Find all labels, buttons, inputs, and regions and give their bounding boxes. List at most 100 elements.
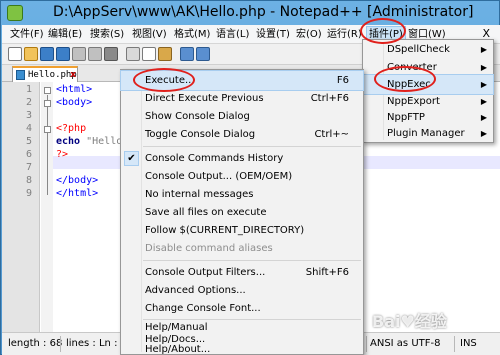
window-title: D:\AppServ\www\AK\Hello.php - Notepad++ … (53, 4, 474, 20)
redo-icon[interactable] (196, 47, 210, 61)
menu-item-shortcut: Shift+F6 (305, 267, 349, 278)
fold-toggle-icon[interactable] (44, 87, 51, 94)
menu-item-label: Plugin Manager (387, 128, 465, 139)
menu-item-label: Help/About... (145, 344, 211, 355)
baidu-watermark: Bai♥经验 (372, 312, 447, 331)
plugin-item-plugin-manager[interactable]: Plugin Manager ▶ (363, 124, 493, 143)
close-all-icon[interactable] (88, 47, 102, 61)
menu-separator (143, 146, 361, 147)
submenu-arrow-icon: ▶ (480, 45, 487, 54)
cut-icon[interactable] (126, 47, 140, 61)
status-length: length : 68 (8, 338, 63, 349)
menu-item-follow-current-directory[interactable]: Follow $(CURRENT_DIRECTORY) (121, 221, 363, 240)
line-number: 5 (25, 136, 32, 147)
line-number: 4 (25, 123, 32, 134)
fold-toggle-icon[interactable] (44, 126, 51, 133)
print-icon[interactable] (104, 47, 118, 61)
menu-item-disable-command-aliases: Disable command aliases (121, 239, 363, 258)
open-file-icon[interactable] (24, 47, 38, 61)
close-icon[interactable] (72, 47, 86, 61)
line-number: 2 (25, 97, 32, 108)
menu-item-console-output-filters[interactable]: Console Output Filters... Shift+F6 (121, 263, 363, 282)
line-number-gutter: 1 2 3 4 5 6 7 8 9 (2, 82, 40, 332)
line-number: 7 (25, 162, 32, 173)
menu-item-label: Advanced Options... (145, 285, 246, 296)
menu-item-label: Help/Manual (145, 322, 208, 333)
menu-separator (143, 319, 361, 320)
menu-item-shortcut: Ctrl+~ (314, 129, 349, 140)
menu-item-label: Execute... (145, 75, 195, 86)
code-line-6: ?> (56, 149, 69, 160)
paste-icon[interactable] (158, 47, 172, 61)
notepadpp-app-icon (7, 5, 23, 21)
menu-item-shortcut: F6 (336, 75, 349, 86)
php-keyword: echo (56, 136, 81, 147)
menu-search[interactable]: 搜索(S) (88, 27, 126, 42)
menu-file[interactable]: 文件(F) (8, 27, 46, 42)
menu-format[interactable]: 格式(M) (172, 27, 212, 42)
new-file-icon[interactable] (8, 47, 22, 61)
menu-separator (143, 260, 361, 261)
php-string: "Hello (80, 136, 123, 147)
status-insert-mode: INS (460, 338, 477, 349)
fold-toggle-icon[interactable] (44, 100, 51, 107)
status-encoding: ANSI as UTF-8 (370, 338, 441, 349)
menu-item-help-about[interactable]: Help/About... (121, 345, 363, 355)
code-line-1: <html> (56, 84, 93, 95)
line-number: 9 (25, 188, 32, 199)
menu-item-label: DSpellCheck (387, 44, 450, 55)
tab-hello-php[interactable]: Hello.php x (12, 66, 78, 82)
tab-close-icon[interactable]: x (70, 68, 76, 82)
file-saved-icon (16, 70, 25, 80)
menu-item-save-all-files-on-execute[interactable]: Save all files on execute (121, 203, 363, 222)
menu-item-label: Console Output... (OEM/OEM) (145, 171, 293, 182)
menu-macro[interactable]: 宏(O) (294, 27, 324, 42)
menu-item-label: Save all files on execute (145, 207, 267, 218)
line-number: 6 (25, 149, 32, 160)
status-separator (60, 336, 61, 352)
menu-item-label: Direct Execute Previous (145, 93, 264, 104)
menu-item-change-console-font[interactable]: Change Console Font... (121, 299, 363, 318)
code-line-8: </body> (56, 175, 99, 186)
fold-guide (47, 95, 48, 195)
menu-view[interactable]: 视图(V) (130, 27, 169, 42)
menu-item-console-commands-history[interactable]: ✔ Console Commands History (121, 149, 363, 168)
menu-item-shortcut: Ctrl+F6 (310, 93, 349, 104)
menu-item-no-internal-messages[interactable]: No internal messages (121, 185, 363, 204)
line-number: 3 (25, 110, 32, 121)
code-line-5: echo "Hello (56, 136, 122, 147)
menu-item-label: No internal messages (145, 189, 254, 200)
menu-item-direct-execute-previous[interactable]: Direct Execute Previous Ctrl+F6 (121, 89, 363, 108)
title-bar[interactable]: D:\AppServ\www\AK\Hello.php - Notepad++ … (1, 1, 500, 25)
menu-item-advanced-options[interactable]: Advanced Options... (121, 281, 363, 300)
menu-item-toggle-console-dialog[interactable]: Toggle Console Dialog Ctrl+~ (121, 125, 363, 144)
menu-run[interactable]: 运行(R) (325, 27, 364, 42)
status-separator (454, 336, 455, 352)
menu-item-show-console-dialog[interactable]: Show Console Dialog (121, 107, 363, 126)
menu-item-help-manual[interactable]: Help/Manual (121, 322, 363, 334)
menu-item-console-output[interactable]: Console Output... (OEM/OEM) (121, 167, 363, 186)
nppexec-submenu: Execute... F6 Direct Execute Previous Ct… (120, 69, 364, 355)
copy-icon[interactable] (142, 47, 156, 61)
status-lines: lines : Ln : 7 (66, 338, 127, 349)
menu-item-label: Toggle Console Dialog (145, 129, 256, 140)
plugin-item-dspellcheck[interactable]: DSpellCheck ▶ (363, 40, 493, 59)
menu-item-label: Console Output Filters... (145, 267, 266, 278)
menu-item-label: Disable command aliases (145, 243, 273, 254)
menu-edit[interactable]: 编辑(E) (46, 27, 84, 42)
status-separator (366, 336, 367, 352)
save-all-icon[interactable] (56, 47, 70, 61)
menu-item-label: Follow $(CURRENT_DIRECTORY) (145, 225, 305, 236)
code-line-2: <body> (56, 97, 93, 108)
save-icon[interactable] (40, 47, 54, 61)
submenu-arrow-icon: ▶ (480, 129, 487, 138)
menu-item-label: Console Commands History (145, 153, 284, 164)
menu-language[interactable]: 语言(L) (214, 27, 251, 42)
line-number: 1 (25, 84, 32, 95)
menu-item-label: Show Console Dialog (145, 111, 250, 122)
undo-icon[interactable] (180, 47, 194, 61)
menu-settings[interactable]: 设置(T) (254, 27, 292, 42)
menu-item-execute[interactable]: Execute... F6 (120, 70, 364, 91)
checkmark-icon: ✔ (124, 151, 139, 166)
menu-item-label: Change Console Font... (145, 303, 261, 314)
